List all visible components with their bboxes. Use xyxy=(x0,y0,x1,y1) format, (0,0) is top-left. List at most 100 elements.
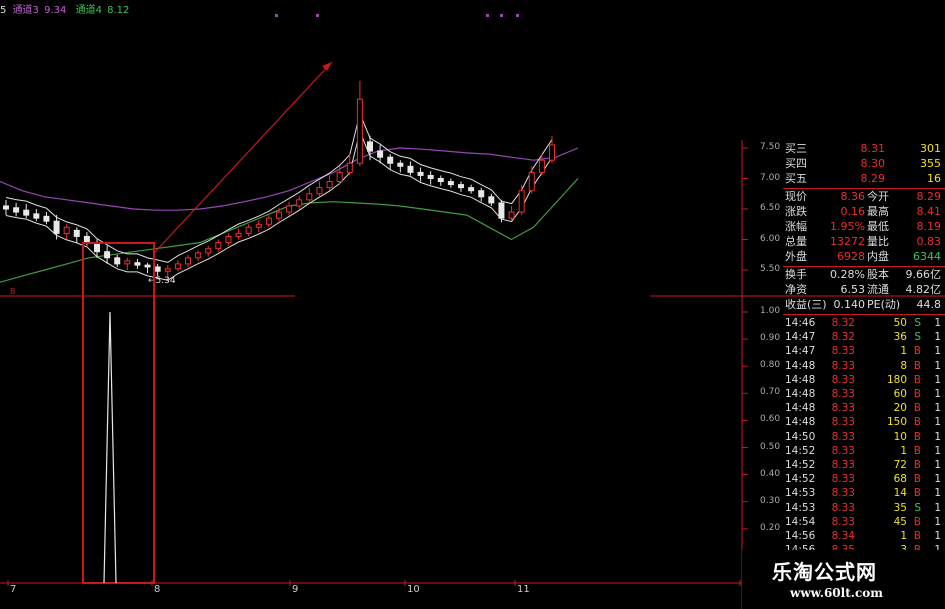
tick-row: 14:53 8.33 14 B 1 xyxy=(783,486,945,500)
tick-side: B xyxy=(913,402,921,415)
tick-side: B xyxy=(913,388,921,400)
bid-label: 买四 xyxy=(785,157,807,170)
candle-body xyxy=(336,171,343,183)
tick-row: 14:53 8.33 35 S 1 xyxy=(783,501,945,515)
tick-volume: 1 xyxy=(900,444,907,457)
stat-value: 0.83 xyxy=(916,235,942,248)
candle-body xyxy=(468,187,475,192)
candle-body xyxy=(447,181,454,186)
stat-label: 内盘 xyxy=(867,250,889,263)
panel-divider xyxy=(783,266,945,267)
tick-time: 14:50 xyxy=(785,430,816,443)
tick-count: 1 xyxy=(934,543,941,550)
y-tick-label: 6.00 xyxy=(760,233,781,244)
x-tick-label: 7 xyxy=(10,584,17,595)
candle-body xyxy=(407,165,414,173)
tick-count: 1 xyxy=(934,331,941,344)
candle-body xyxy=(538,159,545,173)
tick-volume: 45 xyxy=(893,515,907,528)
tick-volume: 1 xyxy=(900,345,907,358)
candle-body xyxy=(174,263,181,270)
tick-row: 14:50 8.33 10 B 1 xyxy=(783,430,945,444)
candle-body xyxy=(498,202,505,219)
tick-count: 1 xyxy=(934,515,941,528)
tick-side: B xyxy=(914,543,921,550)
candle-body xyxy=(346,162,353,173)
tick-side: B xyxy=(913,515,921,528)
top-marker-0 xyxy=(275,14,278,17)
legend-item-2-name: 通道4 xyxy=(75,5,102,16)
stat-value: 6344 xyxy=(913,250,941,263)
x-tick-label: 11 xyxy=(517,584,530,595)
top-marker-3 xyxy=(500,14,503,17)
stat-label: 涨跌 xyxy=(785,205,807,218)
tick-row: 14:52 8.33 72 B 1 xyxy=(783,458,945,472)
stat-value: 6928 xyxy=(837,250,865,263)
tick-side: B xyxy=(913,487,921,500)
candle-body xyxy=(549,144,555,161)
stat-label: 现价 xyxy=(785,190,807,203)
candle-body xyxy=(124,260,131,265)
tick-price: 8.33 xyxy=(831,501,855,514)
stat-label: 换手 xyxy=(785,268,807,281)
tick-side: B xyxy=(913,444,921,457)
tick-row: 14:48 8.33 60 B 1 xyxy=(783,387,945,401)
trend-arrow-head xyxy=(322,62,332,71)
candle-body xyxy=(387,156,394,164)
tick-time: 14:53 xyxy=(785,487,816,500)
tick-time: 14:56 xyxy=(785,530,816,542)
stat-value: 1.95% xyxy=(830,220,865,233)
tick-time: 14:56 xyxy=(785,543,815,550)
tick-price: 8.33 xyxy=(831,444,855,457)
candle-body xyxy=(488,196,495,204)
stat-value: 13272 xyxy=(830,235,865,248)
tick-row: 14:48 8.33 20 B 1 xyxy=(783,401,945,415)
candle-body xyxy=(144,264,151,268)
candle-body xyxy=(306,193,313,201)
stat-label: 净资 xyxy=(785,283,807,296)
tick-time: 14:53 xyxy=(785,501,816,514)
tick-volume: 36 xyxy=(893,331,907,344)
tick-count: 1 xyxy=(934,345,941,358)
legend-item-1-name: 通道3 xyxy=(12,5,39,16)
min-price-label: ←5.34 xyxy=(148,276,176,286)
watermark-title: 乐淘公式网 xyxy=(772,560,877,584)
tick-time: 14:47 xyxy=(785,345,816,358)
tick-volume: 20 xyxy=(893,402,907,415)
tick-price: 8.33 xyxy=(831,416,855,429)
tick-volume: 72 xyxy=(893,459,907,471)
bottom-signal-spike xyxy=(103,311,117,584)
tick-row: 14:47 8.33 1 B 1 xyxy=(783,344,945,358)
tick-row: 14:56 8.35 3B 1 xyxy=(783,543,945,550)
stat-row: 总量 13272 量比 0.83 xyxy=(783,235,945,249)
trend-arrow-line xyxy=(154,61,333,253)
candle-body xyxy=(397,162,404,167)
quote-panel: 买三 8.31 301 买四 8.30 355 买五 8.29 16 现价 8.36 今开 8.29 涨跌… xyxy=(783,140,945,550)
candle-body xyxy=(195,252,202,259)
tick-price: 8.33 xyxy=(831,459,855,471)
candle-body xyxy=(23,209,30,216)
bid-price: 8.31 xyxy=(860,142,886,155)
y-tick-label: 0.30 xyxy=(760,495,781,506)
tick-time: 14:52 xyxy=(785,459,816,471)
tick-row: 14:48 8.33 180 B 1 xyxy=(783,373,945,387)
tick-time: 14:54 xyxy=(785,515,816,528)
tick-price: 8.33 xyxy=(831,402,855,415)
indicator-legend: 5 通道3 9.34 通道4 8.12 xyxy=(0,1,129,16)
tick-price: 8.34 xyxy=(831,530,855,542)
tick-price: 8.33 xyxy=(831,345,855,358)
tick-row: 14:48 8.33 150 B 1 xyxy=(783,415,945,429)
tick-time: 14:52 xyxy=(785,473,816,486)
candle-body xyxy=(134,262,141,266)
candle-body xyxy=(154,266,161,272)
y-tick-label: 0.50 xyxy=(760,441,781,452)
candle-body xyxy=(185,257,191,265)
y-tick-label: 7.00 xyxy=(760,172,781,183)
bid-volume: 301 xyxy=(920,142,941,155)
top-marker-1 xyxy=(316,14,319,17)
candle-body xyxy=(458,184,464,189)
stat-label: PE(动) xyxy=(867,298,901,311)
candle-body xyxy=(478,190,485,198)
stat-value: 8.29 xyxy=(916,190,942,203)
top-marker-4 xyxy=(516,14,519,17)
